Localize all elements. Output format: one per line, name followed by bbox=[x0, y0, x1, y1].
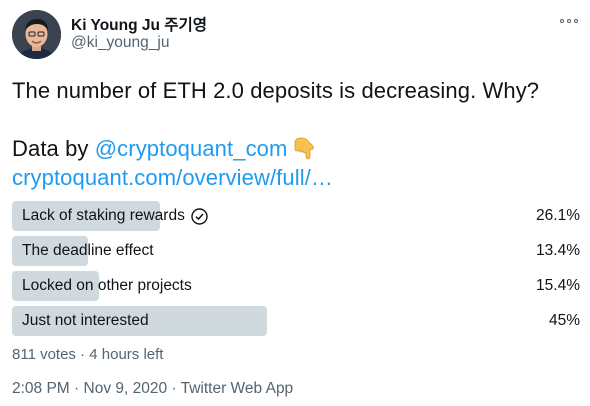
author-display-name[interactable]: Ki Young Ju 주기영 bbox=[71, 13, 207, 35]
poll: Lack of staking rewards 26.1% The deadli… bbox=[12, 201, 580, 341]
separator: · bbox=[167, 380, 181, 397]
tweet-time[interactable]: 2:08 PM bbox=[12, 380, 70, 397]
poll-option-label: The deadline effect bbox=[22, 242, 154, 259]
tweet-prefix: Data by bbox=[12, 136, 95, 161]
poll-option-percent: 45% bbox=[548, 312, 580, 329]
mention-link[interactable]: @cryptoquant_com bbox=[95, 136, 288, 161]
tweet-text: The number of ETH 2.0 deposits is decrea… bbox=[12, 76, 577, 192]
author-name-row[interactable]: Ki Young Ju 주기영 bbox=[71, 13, 207, 35]
more-dot bbox=[560, 19, 564, 23]
poll-option: Just not interested 45% bbox=[12, 306, 580, 336]
poll-option: Locked on other projects 15.4% bbox=[12, 271, 580, 301]
more-dots-icon[interactable] bbox=[560, 16, 578, 26]
tweet-line-2: Data by @cryptoquant_com bbox=[12, 134, 577, 163]
url-link[interactable]: cryptoquant.com/overview/full/… bbox=[12, 163, 577, 192]
tweet-line-1: The number of ETH 2.0 deposits is decrea… bbox=[12, 78, 540, 103]
poll-option: The deadline effect 13.4% bbox=[12, 236, 580, 266]
more-dot bbox=[567, 19, 571, 23]
tweet-source[interactable]: Twitter Web App bbox=[181, 380, 294, 397]
more-dot bbox=[574, 19, 578, 23]
poll-option-label: Just not interested bbox=[22, 312, 149, 329]
avatar-image bbox=[12, 10, 61, 59]
author-handle[interactable]: @ki_young_ju bbox=[71, 34, 169, 52]
poll-option-percent: 26.1% bbox=[536, 207, 580, 224]
poll-option-label: Locked on other projects bbox=[22, 277, 192, 294]
check-circle-icon bbox=[191, 207, 208, 225]
poll-option-percent: 15.4% bbox=[536, 277, 580, 294]
avatar[interactable] bbox=[12, 10, 61, 59]
timestamp-row: 2:08 PM · Nov 9, 2020 · Twitter Web App bbox=[12, 380, 293, 398]
poll-option-label: Lack of staking rewards bbox=[22, 207, 185, 224]
poll-option: Lack of staking rewards 26.1% bbox=[12, 201, 580, 231]
tweet-date[interactable]: Nov 9, 2020 bbox=[84, 380, 168, 397]
poll-option-percent: 13.4% bbox=[536, 242, 580, 259]
separator: · bbox=[69, 380, 84, 397]
poll-meta: 811 votes · 4 hours left bbox=[12, 346, 164, 363]
